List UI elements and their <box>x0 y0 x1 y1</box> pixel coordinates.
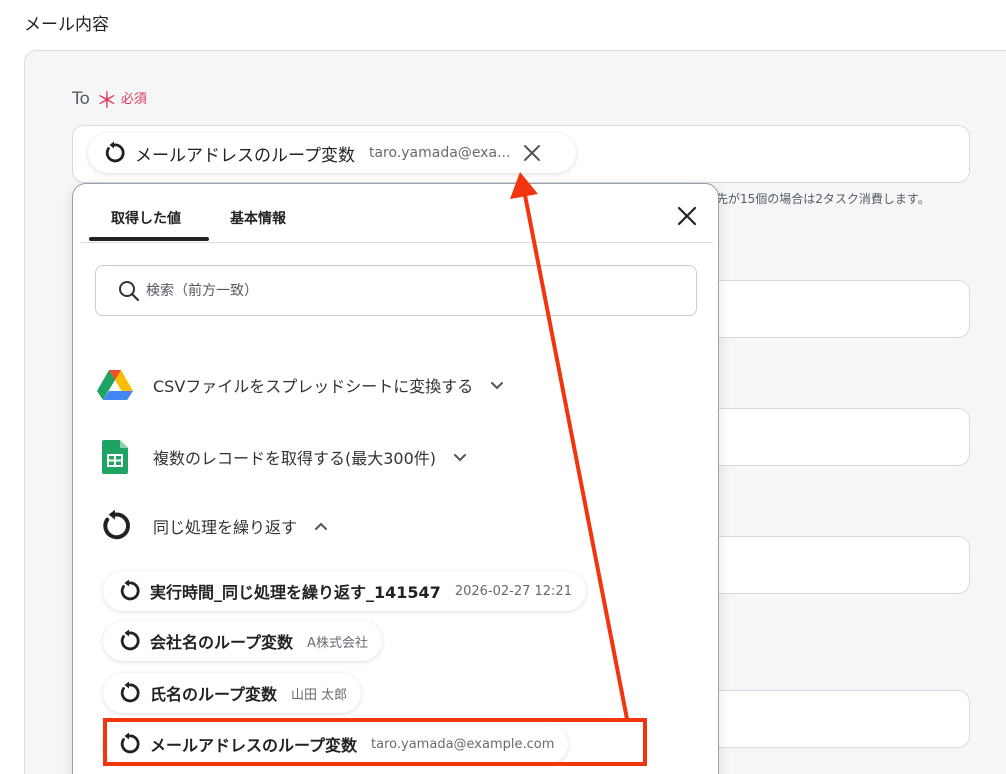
search-icon <box>119 280 140 301</box>
to-label-text: To <box>72 89 90 109</box>
item-value: 2026-02-27 12:21 <box>454 583 572 599</box>
loop-icon <box>105 141 125 163</box>
required-badge: 必須 <box>120 91 147 107</box>
item-name: 実行時間_同じ処理を繰り返す_141547 <box>150 583 441 602</box>
tab-basic-info[interactable]: 基本情報 <box>230 208 286 228</box>
tab-divider <box>81 242 713 243</box>
item-name: 氏名のループ変数 <box>150 685 278 704</box>
tab-acquired-values[interactable]: 取得した値 <box>111 208 181 228</box>
google-sheets-icon <box>97 439 133 475</box>
task-hint-text: 先が15個の場合は2タスク消費します。 <box>716 192 930 206</box>
variable-picker-popup: 取得した値 基本情報 CSVファイルをスプレッドシートに変換する <box>72 183 719 774</box>
annotation-highlight-box <box>103 718 647 766</box>
google-drive-icon <box>97 367 133 403</box>
loop-icon <box>120 681 140 703</box>
close-icon[interactable] <box>675 204 699 228</box>
section-title: メール内容 <box>24 15 109 35</box>
loop-icon <box>120 629 140 651</box>
background-input-1[interactable] <box>700 280 970 338</box>
chevron-up-icon <box>315 522 328 530</box>
variable-item-company[interactable]: 会社名のループ変数 A株式会社 <box>103 621 382 661</box>
background-input-4[interactable] <box>700 690 970 748</box>
background-input-2[interactable] <box>700 408 970 466</box>
group-get-records[interactable]: 複数のレコードを取得する(最大300件) <box>97 439 468 475</box>
group-csv-to-spreadsheet[interactable]: CSVファイルをスプレッドシートに変換する <box>97 367 505 403</box>
variable-item-name[interactable]: 氏名のループ変数 山田 太郎 <box>103 673 362 713</box>
chevron-down-icon <box>491 382 504 390</box>
remove-chip-icon[interactable] <box>522 143 542 163</box>
loop-icon <box>97 508 133 544</box>
chip-name: メールアドレスのループ変数 <box>135 145 355 166</box>
chevron-down-icon <box>454 454 467 462</box>
variable-item-execution-time[interactable]: 実行時間_同じ処理を繰り返す_141547 2026-02-27 12:21 <box>103 571 586 611</box>
group-label: CSVファイルをスプレッドシートに変換する <box>153 377 474 396</box>
item-value: A株式会社 <box>307 635 368 651</box>
required-asterisk: ＊ <box>95 89 118 114</box>
search-input[interactable] <box>146 282 666 299</box>
group-label: 複数のレコードを取得する(最大300件) <box>153 449 437 468</box>
search-box <box>95 265 697 316</box>
group-loop[interactable]: 同じ処理を繰り返す <box>97 508 329 544</box>
chip-value: taro.yamada@exa... <box>368 145 511 161</box>
background-input-3[interactable] <box>700 536 970 594</box>
to-variable-chip[interactable]: メールアドレスのループ変数 taro.yamada@exa... <box>88 133 576 173</box>
group-label: 同じ処理を繰り返す <box>153 518 298 537</box>
item-value: 山田 太郎 <box>291 687 348 703</box>
active-tab-indicator <box>89 237 209 241</box>
item-name: 会社名のループ変数 <box>150 633 294 652</box>
loop-icon <box>120 579 140 601</box>
to-field-label: To ＊ 必須 <box>72 88 147 114</box>
